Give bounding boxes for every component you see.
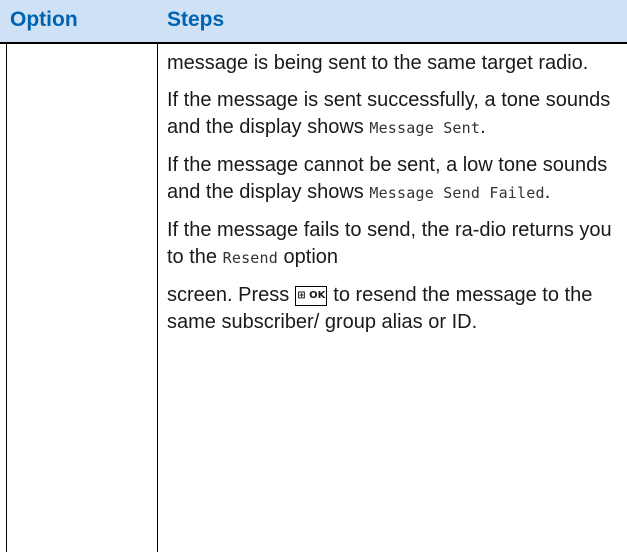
display-text: Message Sent [369, 119, 481, 137]
table-header: Option Steps [0, 0, 627, 42]
step-paragraph-5: screen. Press ⊞ OK to resend the message t… [167, 282, 622, 336]
step-paragraph-3: If the message cannot be sent, a low ton… [167, 152, 622, 207]
step-text: message is being sent to the same target… [167, 52, 589, 74]
table-left-border [6, 44, 7, 552]
step-text: . [544, 181, 551, 203]
menu-ok-key-icon: ⊞ OK [295, 286, 328, 306]
step-text: screen. Press [167, 284, 290, 306]
display-text: Resend [222, 249, 278, 267]
display-text: Message Send Failed [369, 184, 545, 202]
column-divider [157, 44, 158, 552]
step-paragraph-4: If the message fails to send, the ra-dio… [167, 217, 622, 272]
header-rule [0, 42, 627, 44]
step-text: . [480, 116, 486, 138]
step-text: option [278, 246, 339, 268]
steps-cell: message is being sent to the same target… [167, 50, 622, 346]
step-paragraph-2: If the message is sent successfully, a t… [167, 87, 622, 142]
header-option: Option [10, 8, 78, 31]
header-steps: Steps [167, 8, 225, 31]
step-paragraph-1: message is being sent to the same target… [167, 50, 622, 77]
